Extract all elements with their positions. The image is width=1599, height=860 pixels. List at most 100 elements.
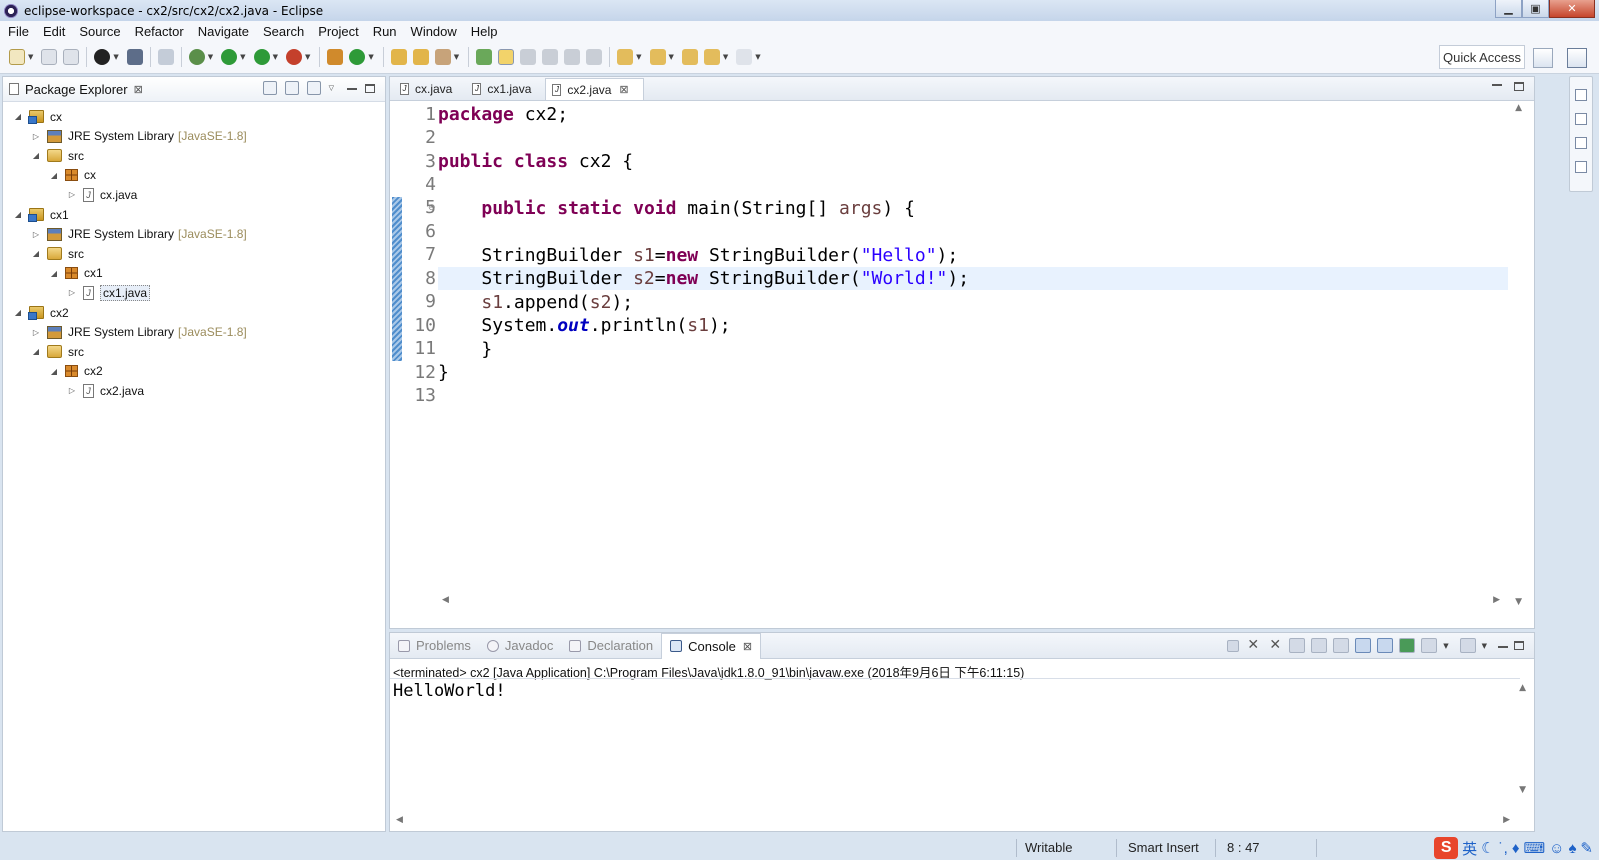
- collapsed-arrow-icon[interactable]: ▷: [31, 328, 41, 337]
- tree-item-src[interactable]: ◢ src: [31, 342, 84, 361]
- expanded-arrow-icon[interactable]: ◢: [13, 308, 23, 317]
- scroll-lock-icon[interactable]: [1311, 638, 1328, 653]
- menu-window[interactable]: Window: [406, 24, 462, 39]
- close-button[interactable]: ✕: [1549, 0, 1595, 18]
- code-area[interactable]: 1 2 3 4 5 6 7 8 9 10 11 12 13 ⊖ package …: [390, 101, 1534, 613]
- expanded-arrow-icon[interactable]: ◢: [49, 367, 59, 376]
- tree-item-src[interactable]: ◢ src: [31, 146, 84, 165]
- restore-icon[interactable]: [1575, 89, 1587, 101]
- mark-occurrences-icon[interactable]: [498, 49, 515, 65]
- maximize-button[interactable]: ▣: [1522, 0, 1549, 18]
- run-coverage-icon[interactable]: [253, 49, 270, 65]
- new-java-package-icon[interactable]: [327, 49, 344, 65]
- save-all-icon[interactable]: [63, 49, 80, 65]
- tree-item-java[interactable]: ▷ Jcx2.java: [67, 381, 144, 400]
- scroll-up-icon[interactable]: ▲: [1515, 103, 1522, 113]
- expanded-arrow-icon[interactable]: ◢: [13, 112, 23, 121]
- filter-icon[interactable]: [306, 81, 321, 95]
- collapsed-arrow-icon[interactable]: ▷: [67, 386, 77, 395]
- pin-console-icon[interactable]: [1399, 638, 1416, 653]
- open-perspective-icon[interactable]: [1533, 48, 1553, 68]
- tools-icon[interactable]: ✎: [1580, 839, 1593, 857]
- profile-icon[interactable]: [94, 49, 111, 65]
- open-type-icon[interactable]: [390, 49, 407, 65]
- fold-collapse-icon[interactable]: ⊖: [428, 203, 436, 213]
- expanded-arrow-icon[interactable]: ◢: [49, 171, 59, 180]
- console-output[interactable]: HelloWorld!: [393, 681, 506, 701]
- clear-console-icon[interactable]: [1289, 638, 1306, 653]
- terminal-icon[interactable]: [126, 49, 143, 65]
- tree-item-java[interactable]: ▷ Jcx.java: [67, 185, 137, 204]
- keyboard-icon[interactable]: ⌨: [1523, 839, 1545, 857]
- tree-item-project[interactable]: ◢ cx2: [13, 303, 69, 322]
- next-annotation-icon[interactable]: [617, 49, 634, 65]
- maximize-icon[interactable]: [365, 83, 375, 93]
- new-icon[interactable]: [9, 49, 25, 65]
- show-paragraph-icon[interactable]: [586, 49, 603, 65]
- menu-file[interactable]: File: [3, 24, 34, 39]
- menu-source[interactable]: Source: [74, 24, 125, 39]
- show-on-stdout-icon[interactable]: [1355, 638, 1372, 653]
- expanded-arrow-icon[interactable]: ◢: [31, 347, 41, 356]
- collapsed-arrow-icon[interactable]: ▷: [67, 288, 77, 297]
- tree-item-package[interactable]: ◢ cx: [49, 166, 96, 185]
- terminate-icon[interactable]: [1227, 639, 1240, 652]
- tree-item-library[interactable]: ▷ JRE System Library [JavaSE-1.8]: [31, 127, 247, 146]
- menu-refactor[interactable]: Refactor: [130, 24, 189, 39]
- tab-javadoc[interactable]: Javadoc: [479, 633, 561, 659]
- menu-search[interactable]: Search: [258, 24, 309, 39]
- tab-cx1-java[interactable]: J cx1.java: [466, 78, 545, 100]
- debug-icon[interactable]: [188, 49, 205, 65]
- scroll-left-icon[interactable]: ◀: [442, 595, 449, 605]
- task-list-icon[interactable]: [1575, 161, 1587, 173]
- minimize-icon[interactable]: [347, 88, 357, 90]
- close-icon[interactable]: ⊠: [743, 640, 752, 653]
- tree-item-package[interactable]: ◢ cx2: [49, 362, 103, 381]
- remove-all-launches-icon[interactable]: ✕: [1267, 638, 1283, 653]
- minimize-icon[interactable]: [1492, 84, 1502, 86]
- tree-item-project[interactable]: ◢ cx: [13, 107, 62, 126]
- tree-item-library[interactable]: ▷ JRE System Library [JavaSE-1.8]: [31, 225, 247, 244]
- punctuation-icon[interactable]: ˙,: [1499, 840, 1508, 857]
- scroll-down-icon[interactable]: ▼: [1519, 785, 1526, 795]
- tree-item-package[interactable]: ◢ cx1: [49, 264, 103, 283]
- collapse-all-icon[interactable]: [262, 81, 277, 95]
- word-wrap-icon[interactable]: [1333, 638, 1350, 653]
- toggle-breadcrumb-icon[interactable]: [476, 49, 493, 65]
- collapsed-arrow-icon[interactable]: ▷: [67, 190, 77, 199]
- open-task-icon[interactable]: [412, 49, 429, 65]
- menu-run[interactable]: Run: [368, 24, 402, 39]
- console-horizontal-scrollbar[interactable]: ◀ ▶: [394, 815, 1512, 827]
- menu-project[interactable]: Project: [313, 24, 363, 39]
- tab-cx2-java[interactable]: J cx2.java ⊠: [545, 78, 644, 100]
- save-icon[interactable]: [41, 49, 58, 65]
- tree-item-src[interactable]: ◢ src: [31, 244, 84, 263]
- tab-declaration[interactable]: Declaration: [561, 633, 661, 659]
- expanded-arrow-icon[interactable]: ◢: [31, 151, 41, 160]
- previous-annotation-icon[interactable]: [649, 49, 666, 65]
- tree-item-java[interactable]: ▷ Jcx1.java: [67, 283, 151, 302]
- show-on-stderr-icon[interactable]: [1377, 638, 1394, 653]
- user-icon[interactable]: ☺: [1549, 840, 1564, 857]
- editor-horizontal-scrollbar[interactable]: ◀ ▶: [436, 595, 1506, 607]
- quick-access-input[interactable]: Quick Access: [1439, 45, 1525, 69]
- microphone-icon[interactable]: ♦: [1512, 840, 1520, 857]
- maximize-icon[interactable]: [1514, 641, 1524, 650]
- word-wrap-icon[interactable]: [542, 49, 559, 65]
- scroll-down-icon[interactable]: ▼: [1515, 597, 1522, 607]
- maximize-icon[interactable]: [1514, 82, 1524, 91]
- collapsed-arrow-icon[interactable]: ▷: [31, 132, 41, 141]
- ime-language[interactable]: 英: [1462, 838, 1477, 859]
- scroll-left-icon[interactable]: ◀: [396, 815, 403, 825]
- skin-icon[interactable]: ♠: [1568, 840, 1576, 857]
- skip-breakpoints-icon[interactable]: [157, 49, 174, 65]
- block-selection-icon[interactable]: [520, 49, 537, 65]
- last-edit-location-icon[interactable]: [681, 49, 698, 65]
- tree-item-project[interactable]: ◢ cx1: [13, 205, 69, 224]
- link-with-editor-icon[interactable]: [284, 81, 299, 95]
- expanded-arrow-icon[interactable]: ◢: [49, 269, 59, 278]
- remove-launch-icon[interactable]: ✕: [1245, 638, 1261, 653]
- forward-icon[interactable]: [736, 49, 753, 65]
- scroll-right-icon[interactable]: ▶: [1493, 595, 1500, 605]
- minimize-icon[interactable]: [1498, 645, 1508, 648]
